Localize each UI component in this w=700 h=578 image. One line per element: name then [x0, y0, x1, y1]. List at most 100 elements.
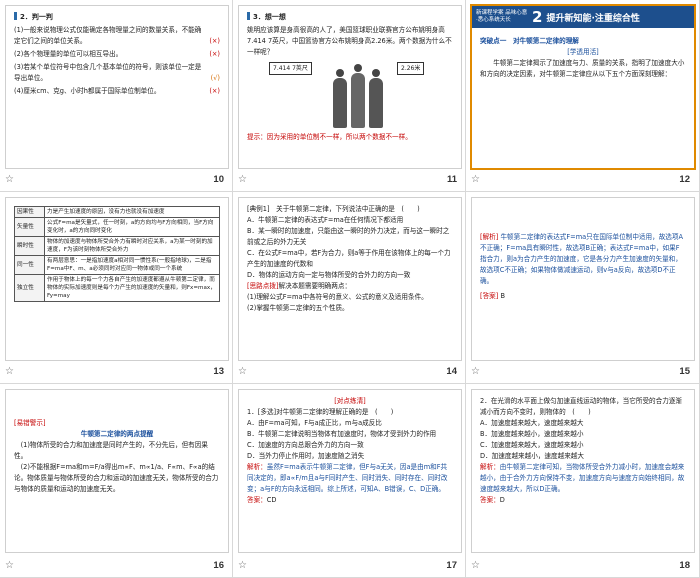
slide-thumbnail-17[interactable]: [对点练清] 1．[多选]对牛顿第二定律的理解正确的是 ( ) A．由F=ma可… [238, 389, 462, 553]
tip: 提示：因为采用的单位制不一样，所以两个数据不一样。 [247, 132, 453, 143]
judge-item: (3)若某个单位符号中包含几个基本单位的符号，则该单位一定是导出单位。 (√) [14, 62, 220, 84]
answer-text: B [500, 292, 505, 300]
star-icon[interactable]: ☆ [238, 366, 247, 377]
slide-thumbnail-12[interactable]: 新课程学案 品味心意·悉心系统天长 2 提升新知能·注重综合性 突破点一 对牛顿… [470, 4, 696, 170]
table-row: 同一性 有两层意思：一是指加速度a相对同一惯性系(一般指地球)，二是指F=ma中F… [14, 255, 220, 275]
slide-number: 13 [213, 366, 224, 377]
slide-cell-10[interactable]: 2．判一判 (1)一般来说物理公式仅能确定各物理量之间的数量关系，不能确定它们之… [0, 0, 233, 192]
analysis-label: 解析： [247, 463, 267, 471]
label-meters: 2.26米 [397, 62, 425, 75]
analysis: 解析：由牛顿第二定律可知，当物体所受合外力减小时，加速度会越来越小，由于合外力方… [480, 462, 686, 495]
person-figure [351, 64, 365, 128]
table-value: 作用于物体上的每一个力各自产生的加速度都遵从牛顿第二定律，而物体的实际加速度则是… [44, 274, 220, 302]
question-text: 1．[多选]对牛顿第二定律的理解正确的是 ( ) [247, 408, 394, 416]
slide-footer: ☆ 16 [0, 556, 232, 577]
slide-footer: ☆ 12 [466, 170, 699, 191]
table-key: 瞬时性 [14, 236, 45, 256]
slide-thumbnail-16[interactable]: [易错警示] 牛顿第二定律的两点提醒 (1)物体所受的合力和加速度是同时产生的，… [5, 389, 229, 553]
table-key: 独立性 [14, 274, 45, 302]
table-key: 因果性 [14, 206, 45, 218]
think-label: [思路点拨]解决本题需要明确两点： [247, 281, 453, 292]
option-b: B．加速度越来越小，速度越来越小 [480, 430, 584, 438]
option-d: D．加速度越来越小，速度越来越大 [480, 452, 584, 460]
star-icon[interactable]: ☆ [238, 174, 247, 185]
star-icon[interactable]: ☆ [5, 366, 14, 377]
slide-number: 14 [446, 366, 457, 377]
answer: [答案] B [480, 291, 686, 302]
slide-cell-13[interactable]: 因果性 力是产生加速度的原因，没有力也就没有加速度 矢量性 公式F=ma是矢量式，任… [0, 192, 233, 384]
star-icon[interactable]: ☆ [471, 174, 480, 185]
judge-mark: (×) [209, 87, 220, 95]
slide-sorter-grid: 2．判一判 (1)一般来说物理公式仅能确定各物理量之间的数量关系，不能确定它们之… [0, 0, 700, 578]
option-a: A．加速度越来越大，速度越来越大 [480, 419, 584, 427]
slide-cell-11[interactable]: 3．想一想 姚明应该算是身高很高的人了，美国篮球职业联赛官方公布姚明身高7.41… [233, 0, 466, 192]
practice-head: [对点练清] [334, 397, 366, 405]
slide-cell-16[interactable]: [易错警示] 牛顿第二定律的两点提醒 (1)物体所受的合力和加速度是同时产生的，… [0, 384, 233, 578]
star-icon[interactable]: ☆ [238, 560, 247, 571]
slide-footer: ☆ 14 [233, 362, 465, 383]
slide-footer: ☆ 18 [466, 556, 699, 577]
question-text: 姚明应该算是身高很高的人了，美国篮球职业联赛官方公布姚明身高7.414 7英尺，… [247, 26, 452, 56]
slide-thumbnail-18[interactable]: 2．在光滑的水平面上做匀加速直线运动的物体，当它所受的合力逐渐减小而方向不变时，… [471, 389, 695, 553]
answer-label: 答案： [247, 496, 267, 504]
judge-item: (4)厘米cm、克g、小时h都属于国际单位制单位。 (×) [14, 86, 220, 97]
table-row: 因果性 力是产生加速度的原因，没有力也就没有加速度 [14, 206, 220, 218]
banner-tag: 新课程学案 品味心意·悉心系统天长 [476, 10, 528, 23]
table-key: 同一性 [14, 255, 45, 275]
warning-label: [易错警示] [14, 419, 46, 427]
slide-content-15: [解析] 牛顿第二定律的表达式F=ma只在国际单位制中适用，故选项A不正确；F=… [480, 232, 686, 354]
slide-number: 15 [679, 366, 690, 377]
warning-title: 牛顿第二定律的两点提醒 [80, 430, 154, 438]
sub-title: [学透用活] [567, 48, 599, 56]
judge-text: (3)若某个单位符号中包含几个基本单位的符号，则该单位一定是导出单位。 [14, 63, 202, 82]
slide-content-14: [典例1] 关于牛顿第二定律，下列说法中正确的是 ( ) A．牛顿第二定律的表达… [247, 204, 453, 354]
slide-number: 12 [679, 174, 690, 185]
judge-text: (1)一般来说物理公式仅能确定各物理量之间的数量关系，不能确定它们之间的单位关系… [14, 26, 202, 45]
slide-cell-18[interactable]: 2．在光滑的水平面上做匀加速直线运动的物体，当它所受的合力逐渐减小而方向不变时，… [466, 384, 700, 578]
option-c: C．加速度越来越大，速度越来越小 [480, 441, 584, 449]
option-b: B．牛顿第二定律说明当物体有加速度时，物体才受到外力的作用 [247, 430, 437, 438]
table-value: 力是产生加速度的原因，没有力也就没有加速度 [44, 206, 220, 218]
table-row: 矢量性 公式F=ma是矢量式，任一时刻，a的方向均与F方向相同，当F方向变化时，a… [14, 217, 220, 237]
option-a: A．由F=ma可知，F与a成正比，m与a成反比 [247, 419, 382, 427]
slide-thumbnail-13[interactable]: 因果性 力是产生加速度的原因，没有力也就没有加速度 矢量性 公式F=ma是矢量式，任… [5, 197, 229, 361]
banner-title: 提升新知能·注重综合性 [546, 13, 640, 24]
star-icon[interactable]: ☆ [5, 560, 14, 571]
section-bar [247, 12, 250, 20]
tip-label: 提示： [247, 133, 267, 141]
analysis-text: 由牛顿第二定律可知，当物体所受合外力减小时，加速度会越来越小，由于合外力方向保持… [480, 463, 685, 493]
slide-number: 10 [213, 174, 224, 185]
answer: 答案：D [480, 495, 686, 506]
judge-mark: (×) [209, 50, 220, 58]
slide-content-12: 突破点一 对牛顿第二定律的理解 [学透用活] 牛顿第二定律揭示了加速度与力、质量… [480, 36, 686, 162]
table-value: 有两层意思：一是指加速度a相对同一惯性系(一般指地球)，二是指F=ma中F、m、… [44, 255, 220, 275]
question-text: 2．在光滑的水平面上做匀加速直线运动的物体，当它所受的合力逐渐减小而方向不变时，… [480, 397, 683, 416]
slide-cell-17[interactable]: [对点练清] 1．[多选]对牛顿第二定律的理解正确的是 ( ) A．由F=ma可… [233, 384, 466, 578]
slide-footer: ☆ 15 [466, 362, 699, 383]
slide-footer: ☆ 10 [0, 170, 232, 191]
slide-cell-15[interactable]: [解析] 牛顿第二定律的表达式F=ma只在国际单位制中适用，故选项A不正确；F=… [466, 192, 700, 384]
judge-mark: (√) [210, 74, 220, 82]
slide-thumbnail-15[interactable]: [解析] 牛顿第二定律的表达式F=ma只在国际单位制中适用，故选项A不正确；F=… [471, 197, 695, 361]
judge-text: (4)厘米cm、克g、小时h都属于国际单位制单位。 [14, 87, 161, 95]
star-icon[interactable]: ☆ [5, 174, 14, 185]
star-icon[interactable]: ☆ [471, 366, 480, 377]
slide-thumbnail-14[interactable]: [典例1] 关于牛顿第二定律，下列说法中正确的是 ( ) A．牛顿第二定律的表达… [238, 197, 462, 361]
table-key: 矢量性 [14, 217, 45, 237]
slide-thumbnail-10[interactable]: 2．判一判 (1)一般来说物理公式仅能确定各物理量之间的数量关系，不能确定它们之… [5, 5, 229, 169]
table-row: 独立性 作用于物体上的每一个力各自产生的加速度都遵从牛顿第二定律，而物体的实际加速… [14, 274, 220, 302]
slide-thumbnail-11[interactable]: 3．想一想 姚明应该算是身高很高的人了，美国篮球职业联赛官方公布姚明身高7.41… [238, 5, 462, 169]
label-feet: 7.414 7英尺 [269, 62, 312, 75]
judge-mark: (×) [209, 37, 220, 45]
section-bar [14, 12, 17, 20]
slide-content-17: [对点练清] 1．[多选]对牛顿第二定律的理解正确的是 ( ) A．由F=ma可… [247, 396, 453, 546]
slide-number: 17 [446, 560, 457, 571]
slide-cell-14[interactable]: [典例1] 关于牛顿第二定律，下列说法中正确的是 ( ) A．牛顿第二定律的表达… [233, 192, 466, 384]
slide-footer: ☆ 11 [233, 170, 465, 191]
slide-number: 16 [213, 560, 224, 571]
option-c: C．加速度的方向总跟合外力的方向一致 [247, 441, 364, 449]
slide-cell-12[interactable]: 新课程学案 品味心意·悉心系统天长 2 提升新知能·注重综合性 突破点一 对牛顿… [466, 0, 700, 192]
option-a: A．牛顿第二定律的表达式F=ma在任何情况下都适用 [247, 216, 404, 224]
analysis-label: [解析] [480, 233, 499, 241]
star-icon[interactable]: ☆ [471, 560, 480, 571]
